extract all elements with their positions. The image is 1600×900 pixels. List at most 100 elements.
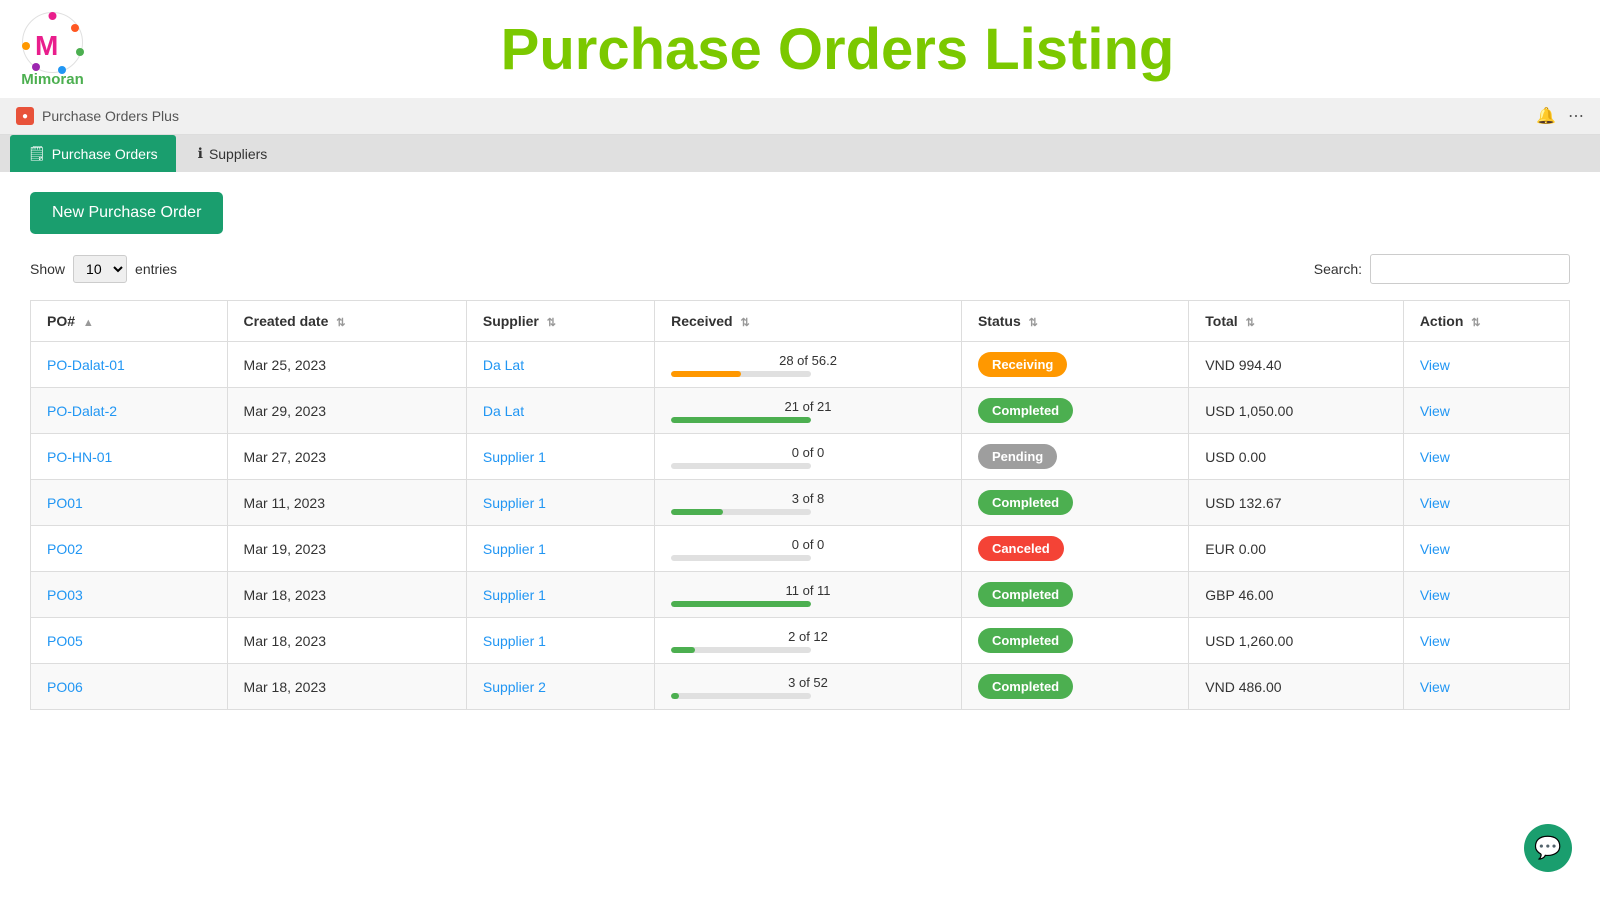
view-link[interactable]: View xyxy=(1420,541,1450,557)
cell-received: 28 of 56.2 xyxy=(655,342,962,388)
sort-icon-received: ⇅ xyxy=(740,317,749,329)
cell-created: Mar 27, 2023 xyxy=(227,434,466,480)
table-row: PO-Dalat-2 Mar 29, 2023 Da Lat 21 of 21 … xyxy=(31,388,1570,434)
cell-po: PO05 xyxy=(31,618,228,664)
po-link[interactable]: PO-HN-01 xyxy=(47,449,112,465)
progress-bar-bg xyxy=(671,463,811,469)
sort-icon-created: ⇅ xyxy=(336,317,345,329)
progress-label: 0 of 0 xyxy=(671,537,945,552)
progress-bar-bg xyxy=(671,509,811,515)
col-po[interactable]: PO# ▲ xyxy=(31,301,228,342)
table-row: PO05 Mar 18, 2023 Supplier 1 2 of 12 Com… xyxy=(31,618,1570,664)
cell-created: Mar 25, 2023 xyxy=(227,342,466,388)
view-link[interactable]: View xyxy=(1420,495,1450,511)
view-link[interactable]: View xyxy=(1420,357,1450,373)
status-badge: Canceled xyxy=(978,536,1064,561)
cell-supplier: Supplier 1 xyxy=(466,526,654,572)
supplier-link[interactable]: Supplier 1 xyxy=(483,449,546,465)
view-link[interactable]: View xyxy=(1420,403,1450,419)
status-badge: Receiving xyxy=(978,352,1067,377)
progress-bar-bg xyxy=(671,647,811,653)
po-link[interactable]: PO-Dalat-2 xyxy=(47,403,117,419)
col-created-date[interactable]: Created date ⇅ xyxy=(227,301,466,342)
supplier-link[interactable]: Supplier 1 xyxy=(483,587,546,603)
table-row: PO01 Mar 11, 2023 Supplier 1 3 of 8 Comp… xyxy=(31,480,1570,526)
po-link[interactable]: PO05 xyxy=(47,633,83,649)
status-badge: Completed xyxy=(978,490,1073,515)
supplier-link[interactable]: Da Lat xyxy=(483,357,524,373)
cell-status: Pending xyxy=(961,434,1188,480)
progress-bar-fill xyxy=(671,417,811,423)
col-supplier[interactable]: Supplier ⇅ xyxy=(466,301,654,342)
more-icon[interactable]: ⋯ xyxy=(1568,106,1584,126)
progress-bar-fill xyxy=(671,647,695,653)
progress-bar-fill xyxy=(671,693,679,699)
status-badge: Completed xyxy=(978,582,1073,607)
cell-received: 3 of 8 xyxy=(655,480,962,526)
new-purchase-order-button[interactable]: New Purchase Order xyxy=(30,192,223,234)
tab-suppliers[interactable]: ℹ Suppliers xyxy=(180,135,286,172)
supplier-link[interactable]: Da Lat xyxy=(483,403,524,419)
supplier-link[interactable]: Supplier 1 xyxy=(483,495,546,511)
cell-supplier: Da Lat xyxy=(466,342,654,388)
col-action[interactable]: Action ⇅ xyxy=(1403,301,1569,342)
cell-received: 21 of 21 xyxy=(655,388,962,434)
cell-action: View xyxy=(1403,480,1569,526)
view-link[interactable]: View xyxy=(1420,633,1450,649)
cell-status: Completed xyxy=(961,664,1188,710)
supplier-link[interactable]: Supplier 1 xyxy=(483,541,546,557)
cell-total: GBP 46.00 xyxy=(1189,572,1404,618)
cell-received: 0 of 0 xyxy=(655,434,962,480)
table-header-row: PO# ▲ Created date ⇅ Supplier ⇅ Received… xyxy=(31,301,1570,342)
status-badge: Completed xyxy=(978,674,1073,699)
controls-row: Show 10 25 50 entries Search: xyxy=(30,254,1570,284)
progress-container: 21 of 21 xyxy=(671,399,945,423)
sort-icon-status: ⇅ xyxy=(1029,317,1038,329)
col-status[interactable]: Status ⇅ xyxy=(961,301,1188,342)
view-link[interactable]: View xyxy=(1420,587,1450,603)
cell-po: PO03 xyxy=(31,572,228,618)
po-link[interactable]: PO02 xyxy=(47,541,83,557)
table-row: PO03 Mar 18, 2023 Supplier 1 11 of 11 Co… xyxy=(31,572,1570,618)
entries-select[interactable]: 10 25 50 xyxy=(73,255,127,283)
table-header: PO# ▲ Created date ⇅ Supplier ⇅ Received… xyxy=(31,301,1570,342)
search-input[interactable] xyxy=(1370,254,1570,284)
cell-action: View xyxy=(1403,388,1569,434)
po-link[interactable]: PO01 xyxy=(47,495,83,511)
status-badge: Pending xyxy=(978,444,1057,469)
po-link[interactable]: PO-Dalat-01 xyxy=(47,357,125,373)
col-total[interactable]: Total ⇅ xyxy=(1189,301,1404,342)
cell-status: Completed xyxy=(961,618,1188,664)
progress-label: 21 of 21 xyxy=(671,399,945,414)
table-row: PO02 Mar 19, 2023 Supplier 1 0 of 0 Canc… xyxy=(31,526,1570,572)
view-link[interactable]: View xyxy=(1420,679,1450,695)
cell-created: Mar 11, 2023 xyxy=(227,480,466,526)
po-link[interactable]: PO03 xyxy=(47,587,83,603)
app-name: Purchase Orders Plus xyxy=(42,108,179,124)
progress-bar-bg xyxy=(671,371,811,377)
progress-container: 2 of 12 xyxy=(671,629,945,653)
supplier-link[interactable]: Supplier 1 xyxy=(483,633,546,649)
progress-bar-fill xyxy=(671,509,723,515)
page-title: Purchase Orders Listing xyxy=(95,16,1580,83)
bell-icon[interactable]: 🔔 xyxy=(1536,106,1556,126)
orders-table: PO# ▲ Created date ⇅ Supplier ⇅ Received… xyxy=(30,300,1570,710)
cell-status: Completed xyxy=(961,480,1188,526)
po-link[interactable]: PO06 xyxy=(47,679,83,695)
col-received[interactable]: Received ⇅ xyxy=(655,301,962,342)
tab-purchase-orders[interactable]: 🗒 Purchase Orders xyxy=(10,135,176,172)
cell-total: USD 132.67 xyxy=(1189,480,1404,526)
cell-po: PO01 xyxy=(31,480,228,526)
cell-supplier: Supplier 1 xyxy=(466,480,654,526)
supplier-link[interactable]: Supplier 2 xyxy=(483,679,546,695)
cell-action: View xyxy=(1403,664,1569,710)
cell-po: PO-Dalat-2 xyxy=(31,388,228,434)
app-icon: ● xyxy=(16,107,34,125)
cell-supplier: Supplier 2 xyxy=(466,664,654,710)
cell-created: Mar 18, 2023 xyxy=(227,572,466,618)
view-link[interactable]: View xyxy=(1420,449,1450,465)
sort-icon-supplier: ⇅ xyxy=(547,317,556,329)
progress-label: 3 of 52 xyxy=(671,675,945,690)
progress-container: 11 of 11 xyxy=(671,583,945,607)
chat-bubble-button[interactable]: 💬 xyxy=(1524,824,1572,872)
